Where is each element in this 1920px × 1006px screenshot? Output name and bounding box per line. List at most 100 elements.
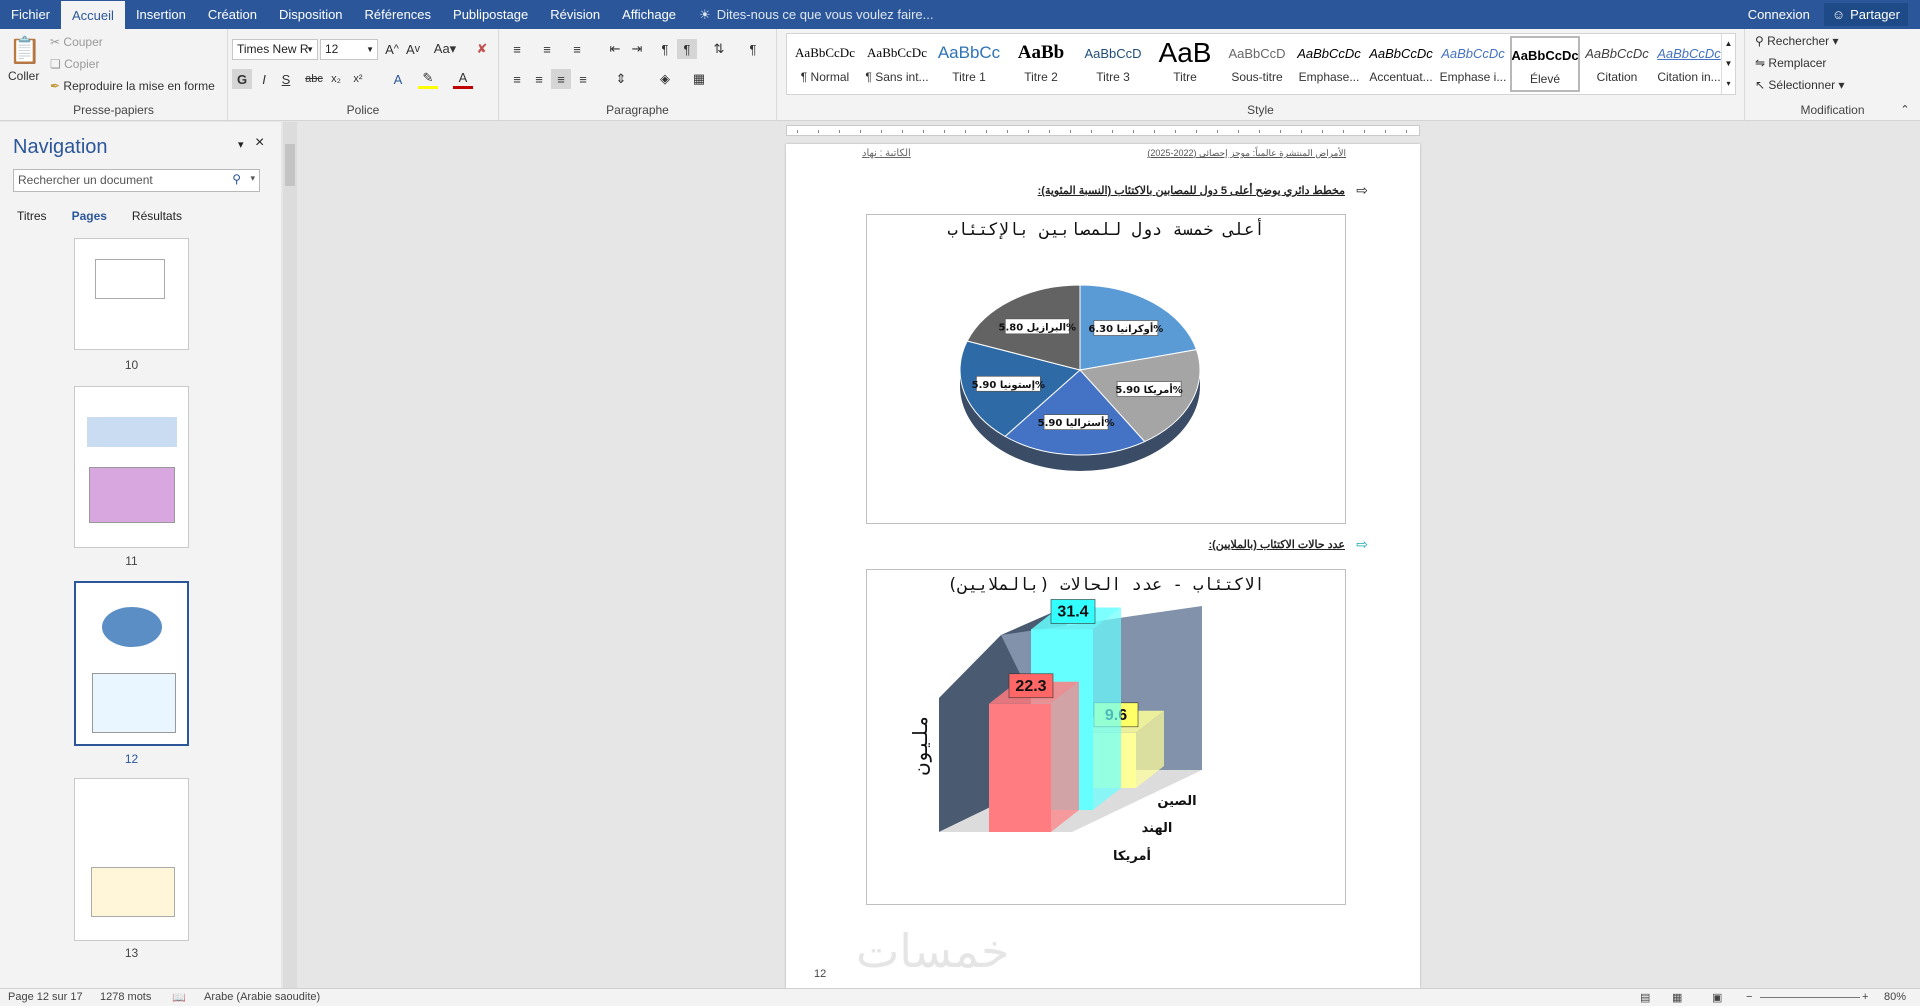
horizontal-ruler[interactable] [786,125,1420,136]
pane-options-icon[interactable]: ▾ [238,138,244,151]
style-item[interactable]: AaBbCcDc Emphase... [1294,36,1364,92]
paste-button[interactable]: Coller [8,69,39,83]
align-right-icon[interactable]: ≡ [551,69,571,89]
subscript-icon[interactable]: x₂ [326,69,346,89]
superscript-icon[interactable]: x² [348,69,368,89]
italic-button[interactable]: I [254,69,274,89]
numbering-icon[interactable]: ≡ [537,39,557,59]
change-case-icon[interactable]: Aa▾ [431,39,459,59]
tab-4[interactable]: Disposition [268,0,354,29]
text-effects-icon[interactable]: A [388,69,408,89]
tab-results[interactable]: Résultats [132,209,182,223]
page-thumbnail-13[interactable] [74,778,189,941]
vertical-ruler[interactable] [283,122,297,988]
word-count[interactable]: 1278 mots [100,991,151,1003]
print-layout-icon[interactable]: ▦ [1672,991,1682,1004]
tab-7[interactable]: Révision [539,0,611,29]
sort-icon[interactable]: ⇅ [709,39,729,59]
style-item[interactable]: AaBbCcDc Citation [1582,36,1652,92]
align-left-icon[interactable]: ≡ [507,69,527,89]
page-count[interactable]: Page 12 sur 17 [8,991,83,1003]
style-preview: AaBbCcDc [1585,45,1649,61]
strikethrough-icon[interactable]: abc [304,69,324,89]
tab-2[interactable]: Insertion [125,0,197,29]
style-item[interactable]: AaBbCcDc ¶ Normal [790,36,860,92]
search-dropdown-icon[interactable]: ▾ [250,173,255,184]
proofing-icon[interactable]: 📖 [172,991,186,1004]
show-marks-icon[interactable]: ¶ [743,39,763,59]
bar-data-label: 31.4 [1057,603,1088,620]
tab-titles[interactable]: Titres [17,209,47,223]
bold-button[interactable]: G [232,69,252,89]
style-item[interactable]: AaBbCc Titre 1 [934,36,1004,92]
search-input[interactable]: Rechercher un document ⚲ ▾ [13,169,260,192]
tab-5[interactable]: Références [354,0,442,29]
style-item[interactable]: AaBbCcDc Emphase i... [1438,36,1508,92]
line-spacing-icon[interactable]: ⇕ [611,69,631,89]
decrease-indent-icon[interactable]: ⇤ [605,39,625,59]
multilevel-list-icon[interactable]: ≡ [567,39,587,59]
rtl-icon[interactable]: ¶ [677,39,697,59]
copy-button[interactable]: ❏ Copier [50,57,99,71]
ltr-icon[interactable]: ¶ [655,39,675,59]
collapse-ribbon-icon[interactable]: ⌃ [1895,99,1915,119]
page-thumbnail-10[interactable] [74,238,189,350]
bar-chart-box[interactable]: الاكتئاب - عدد الحالات (بالملايين) 9.631… [866,569,1346,905]
style-item[interactable]: AaBbCcDc ¶ Sans int... [862,36,932,92]
bar-side [1051,681,1079,832]
pie-chart-box[interactable]: أعلى خمسة دول للمصابين بالإكتئاب أوكراني… [866,214,1346,524]
web-layout-icon[interactable]: ▣ [1712,991,1722,1004]
page-thumbnail-12[interactable] [74,581,189,746]
style-preview: AaBbCcDc [1441,45,1505,61]
font-size-combo[interactable]: 12 ▼ [320,39,378,60]
document-page[interactable]: الكاتبة : نهاد الأمراض المنتشرة عالمياً:… [786,144,1420,988]
justify-icon[interactable]: ≡ [573,69,593,89]
close-icon[interactable]: × [255,134,264,152]
tab-pages[interactable]: Pages [72,209,107,223]
clear-format-icon[interactable]: ✘ [472,39,492,59]
highlight-icon[interactable]: ✎ [418,69,438,89]
zoom-slider[interactable] [1760,997,1860,998]
tell-me-box[interactable]: ☀ Dites-nous ce que vous voulez faire... [687,0,945,29]
language[interactable]: Arabe (Arabie saoudite) [204,991,320,1003]
select-button[interactable]: ↖ Sélectionner ▾ [1755,78,1844,92]
bullets-icon[interactable]: ≡ [507,39,527,59]
shrink-font-icon[interactable]: Av [403,39,423,59]
align-center-icon[interactable]: ≡ [529,69,549,89]
tab-0[interactable]: Fichier [0,0,61,29]
format-painter-button[interactable]: ✒ Reproduire la mise en forme [50,79,215,93]
replace-button[interactable]: ⇋ Remplacer [1755,56,1826,70]
signin-link[interactable]: Connexion [1748,7,1810,22]
page-thumbnail-11[interactable] [74,386,189,548]
ruler-tick [986,130,987,133]
tab-8[interactable]: Affichage [611,0,687,29]
read-mode-icon[interactable]: ▤ [1640,991,1650,1004]
style-item[interactable]: AaBbCcDc Citation in... [1654,36,1724,92]
style-item[interactable]: AaBbCcD Titre 3 [1078,36,1148,92]
cut-button[interactable]: ✂ Couper [50,35,103,49]
style-item[interactable]: AaBbCcDc Accentuat... [1366,36,1436,92]
shading-icon[interactable]: ◈ [655,69,675,89]
style-preview: AaBbCcDc [795,45,855,60]
font-name-combo[interactable]: Times New R ▼ [232,39,318,60]
grow-font-icon[interactable]: A ^ [382,39,402,59]
tab-1[interactable]: Accueil [61,1,125,29]
style-item[interactable]: AaB Titre [1150,36,1220,92]
style-item[interactable]: AaBb Titre 2 [1006,36,1076,92]
font-color-icon[interactable]: A [453,69,473,89]
zoom-in-icon[interactable]: + [1862,991,1868,1003]
tab-3[interactable]: Création [197,0,268,29]
zoom-out-icon[interactable]: − [1746,991,1752,1003]
zoom-level[interactable]: 80% [1884,991,1906,1003]
share-button[interactable]: ☺ Partager [1823,3,1908,26]
tab-6[interactable]: Publipostage [442,0,539,29]
style-item[interactable]: AaBbCcDc Élevé [1510,36,1580,92]
style-item[interactable]: AaBbCcD Sous-titre [1222,36,1292,92]
underline-button[interactable]: S [276,69,296,89]
borders-icon[interactable]: ▦ [689,69,709,89]
find-button[interactable]: ⚲ Rechercher ▾ [1755,34,1839,48]
increase-indent-icon[interactable]: ⇥ [627,39,647,59]
styles-scroll-icon[interactable]: ▲ ▼ ▾ [1721,34,1735,94]
magnifier-icon[interactable]: ⚲ [232,172,241,186]
paste-icon[interactable]: 📋 [9,33,41,67]
